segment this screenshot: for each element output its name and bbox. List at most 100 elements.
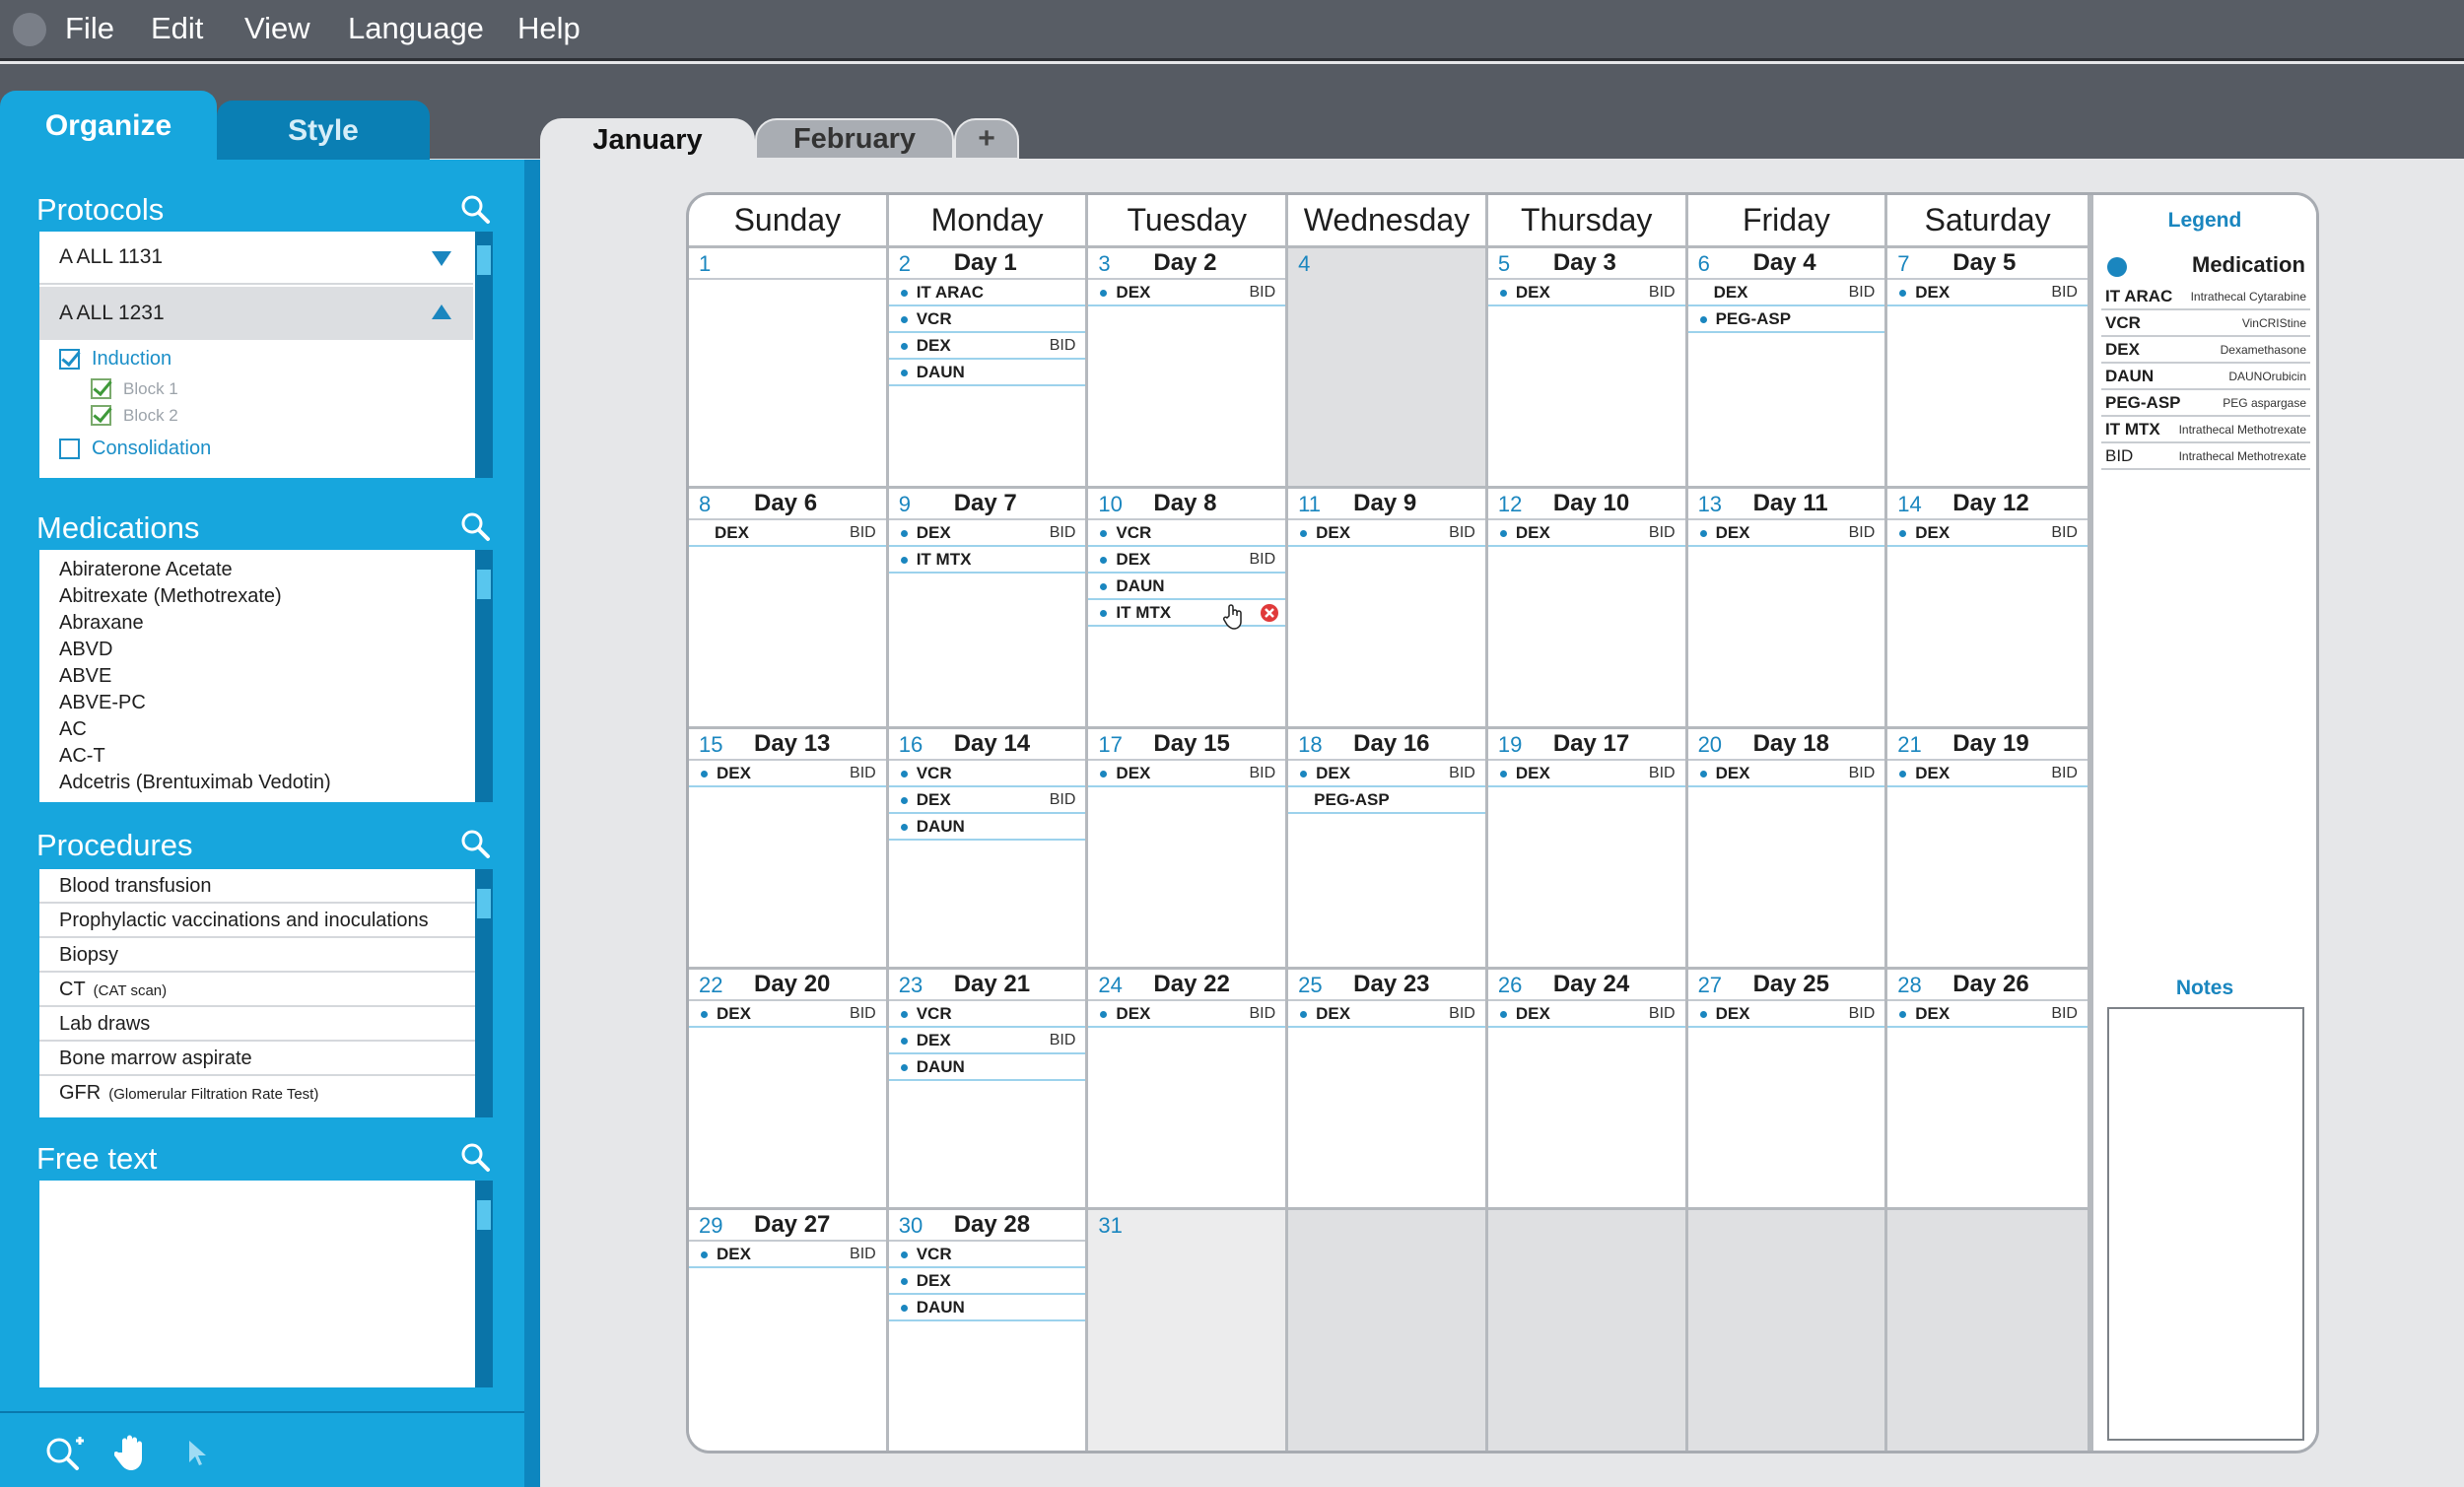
calendar-day-cell[interactable]: 19 Day 17 DEX BID: [1487, 729, 1688, 970]
list-item[interactable]: Adcetris (Brentuximab Vedotin): [39, 770, 475, 796]
medication-entry[interactable]: PEG-ASP: [1687, 306, 1885, 333]
list-item[interactable]: ABVE: [39, 663, 475, 690]
protocols-scrollbar[interactable]: [475, 232, 493, 478]
medication-entry[interactable]: DEX: [888, 1268, 1086, 1295]
medication-entry[interactable]: DAUN: [1088, 574, 1286, 600]
list-item[interactable]: ABVD: [39, 637, 475, 663]
tab-february[interactable]: February: [755, 118, 954, 160]
calendar-day-cell[interactable]: 3 Day 2 DEX BID: [1088, 248, 1289, 489]
medication-entry[interactable]: DEX BID: [888, 1028, 1086, 1054]
medication-entry[interactable]: DEX BID: [1088, 1001, 1286, 1028]
consolidation-checkbox[interactable]: [59, 439, 80, 459]
list-item[interactable]: ABVE-PC: [39, 690, 475, 716]
calendar-day-cell[interactable]: 27 Day 25 DEX BID: [1687, 970, 1888, 1210]
medication-entry[interactable]: DEX BID: [1887, 280, 2088, 306]
calendar-day-cell[interactable]: [1887, 1210, 2088, 1451]
protocol-item[interactable]: A ALL 1231: [39, 287, 473, 340]
list-item[interactable]: Abraxane: [39, 610, 475, 637]
medication-entry[interactable]: DEX BID: [1487, 520, 1685, 547]
calendar-day-cell[interactable]: 20 Day 18 DEX BID: [1687, 729, 1888, 970]
calendar-day-cell[interactable]: 30 Day 28 VCR DEX DAUN: [888, 1210, 1089, 1451]
calendar-day-cell[interactable]: 15 Day 13 DEX BID: [689, 729, 889, 970]
induction-checkbox[interactable]: [59, 349, 80, 370]
medication-entry[interactable]: DEX BID: [1887, 1001, 2088, 1028]
calendar-day-cell[interactable]: 17 Day 15 DEX BID: [1088, 729, 1289, 970]
menu-language[interactable]: Language: [348, 11, 484, 46]
calendar-day-cell[interactable]: 7 Day 5 DEX BID: [1887, 248, 2088, 489]
chevron-up-icon[interactable]: [432, 304, 451, 320]
calendar-day-cell[interactable]: 16 Day 14 VCR DEX BID DAUN: [888, 729, 1089, 970]
block-1-checkbox[interactable]: [91, 378, 111, 399]
zoom-in-icon[interactable]: [43, 1435, 85, 1474]
calendar-day-cell[interactable]: 9 Day 7 DEX BID IT MTX: [888, 489, 1089, 729]
medication-entry[interactable]: DEX BID: [1487, 280, 1685, 306]
medication-entry[interactable]: DEX BID: [888, 787, 1086, 814]
medication-entry[interactable]: DEX BID: [1887, 520, 2088, 547]
scroll-thumb[interactable]: [477, 570, 491, 599]
calendar-day-cell[interactable]: 18 Day 16 DEX BID PEG-ASP: [1288, 729, 1488, 970]
medication-entry[interactable]: VCR: [888, 1242, 1086, 1268]
medication-entry[interactable]: DAUN: [888, 814, 1086, 841]
search-icon[interactable]: [459, 510, 491, 542]
calendar-day-cell[interactable]: 12 Day 10 DEX BID: [1487, 489, 1688, 729]
calendar-day-cell[interactable]: 13 Day 11 DEX BID: [1687, 489, 1888, 729]
search-icon[interactable]: [459, 193, 491, 225]
tab-style[interactable]: Style: [217, 101, 430, 162]
tree-item-block-1[interactable]: Block 1: [91, 378, 178, 399]
search-icon[interactable]: [459, 828, 491, 859]
medication-entry[interactable]: DEX BID: [1887, 761, 2088, 787]
hand-icon[interactable]: [114, 1433, 148, 1472]
add-month-button[interactable]: +: [954, 118, 1019, 160]
calendar-day-cell[interactable]: 28 Day 26 DEX BID: [1887, 970, 2088, 1210]
calendar-day-cell[interactable]: 5 Day 3 DEX BID: [1487, 248, 1688, 489]
scroll-thumb[interactable]: [477, 1200, 491, 1230]
tab-organize[interactable]: Organize: [0, 91, 217, 162]
block-2-checkbox[interactable]: [91, 405, 111, 426]
medication-entry[interactable]: DEX BID: [1088, 280, 1286, 306]
medication-entry[interactable]: IT MTX: [1088, 600, 1286, 627]
medication-entry[interactable]: IT ARAC: [888, 280, 1086, 306]
medication-entry[interactable]: DEX BID: [1088, 761, 1286, 787]
medication-entry[interactable]: DEX BID: [1288, 761, 1485, 787]
list-item[interactable]: CT (CAT scan): [39, 973, 475, 1007]
calendar-day-cell[interactable]: [1687, 1210, 1888, 1451]
free-text-area[interactable]: [39, 1181, 475, 1387]
calendar-day-cell[interactable]: 4: [1288, 248, 1488, 489]
scroll-thumb[interactable]: [477, 245, 491, 275]
free-text-scrollbar[interactable]: [475, 1181, 493, 1387]
calendar-day-cell[interactable]: 11 Day 9 DEX BID: [1288, 489, 1488, 729]
menu-edit[interactable]: Edit: [151, 11, 203, 46]
medication-entry[interactable]: IT MTX: [888, 547, 1086, 574]
calendar-day-cell[interactable]: [1487, 1210, 1688, 1451]
calendar-day-cell[interactable]: 10 Day 8 VCR DEX BID DAUN IT MTX: [1088, 489, 1289, 729]
calendar-day-cell[interactable]: 24 Day 22 DEX BID: [1088, 970, 1289, 1210]
list-item[interactable]: AC: [39, 716, 475, 743]
calendar-day-cell[interactable]: 29 Day 27 DEX BID: [689, 1210, 889, 1451]
tree-item-consolidation[interactable]: Consolidation: [59, 438, 211, 460]
medication-entry[interactable]: DEX BID: [888, 520, 1086, 547]
calendar-day-cell[interactable]: 8 Day 6 DEX BID: [689, 489, 889, 729]
medication-entry[interactable]: DEX BID: [1687, 761, 1885, 787]
medication-entry[interactable]: DEX BID: [1487, 1001, 1685, 1028]
calendar-day-cell[interactable]: 2 Day 1 IT ARAC VCR DEX BID DAUN: [888, 248, 1089, 489]
calendar-day-cell[interactable]: [1288, 1210, 1488, 1451]
medication-entry[interactable]: DEX BID: [1088, 547, 1286, 574]
list-item[interactable]: Abiraterone Acetate: [39, 557, 475, 583]
calendar-day-cell[interactable]: 26 Day 24 DEX BID: [1487, 970, 1688, 1210]
menu-help[interactable]: Help: [517, 11, 581, 46]
calendar-day-cell[interactable]: 25 Day 23 DEX BID: [1288, 970, 1488, 1210]
calendar-day-cell[interactable]: 6 Day 4 DEX BID PEG-ASP: [1687, 248, 1888, 489]
menu-file[interactable]: File: [65, 11, 114, 46]
notes-textarea[interactable]: [2107, 1007, 2304, 1441]
medication-entry[interactable]: DAUN: [888, 1054, 1086, 1081]
medication-entry[interactable]: DEX BID: [1687, 520, 1885, 547]
list-item[interactable]: Bone marrow aspirate: [39, 1042, 475, 1076]
app-icon[interactable]: [13, 13, 46, 46]
calendar-day-cell[interactable]: 1: [689, 248, 889, 489]
chevron-down-icon[interactable]: [432, 251, 451, 267]
calendar-day-cell[interactable]: 21 Day 19 DEX BID: [1887, 729, 2088, 970]
list-item[interactable]: Biopsy: [39, 938, 475, 973]
search-icon[interactable]: [459, 1141, 491, 1173]
calendar-day-cell[interactable]: 23 Day 21 VCR DEX BID DAUN: [888, 970, 1089, 1210]
tree-item-block-2[interactable]: Block 2: [91, 405, 178, 426]
